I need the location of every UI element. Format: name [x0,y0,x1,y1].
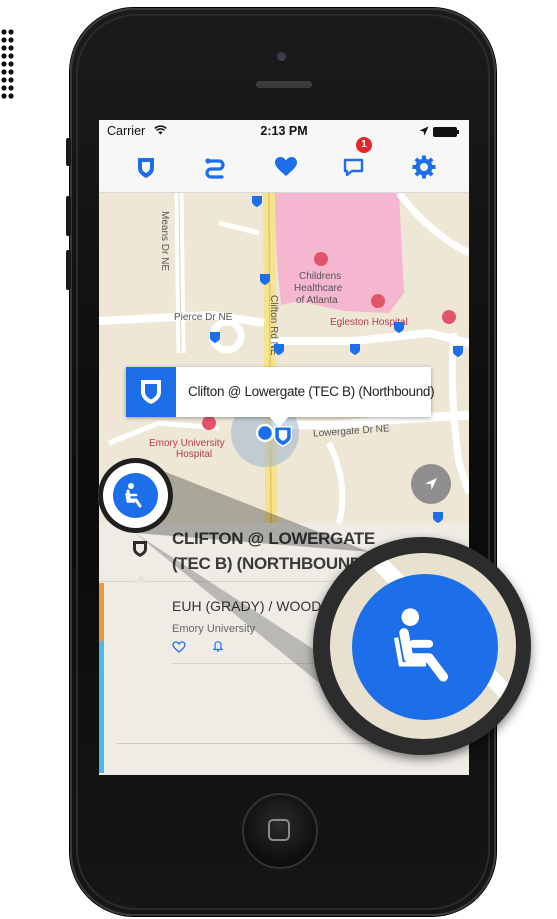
stop-callout[interactable]: Clifton @ Lowergate (TEC B) (Northbound) [126,367,435,417]
selected-stop-pin[interactable] [273,425,293,447]
heart-icon[interactable] [273,154,299,180]
message-badge: 1 [356,137,372,153]
route-subtitle: Emory University [172,623,256,635]
shield-icon [141,380,161,404]
stop-pin[interactable] [259,273,271,285]
battery-tip [457,130,459,134]
stop-pin[interactable] [393,321,405,333]
earpiece-speaker [256,81,312,88]
home-button-square-icon [268,819,290,841]
map-label-means-dr: Means Dr NE [159,211,170,272]
wheelchair-accessible-icon [125,483,142,508]
map-label-emory-hospital-2: Hospital [176,449,213,460]
decorative-dots [1,29,14,99]
volume-up-button [66,196,71,236]
message-icon[interactable] [342,154,368,180]
stop-title-line1: CLIFTON @ LOWERGATE [172,529,375,548]
locate-me-button[interactable] [411,464,451,504]
magnified-accessibility-button [352,574,498,720]
stop-pin[interactable] [273,343,285,355]
accessibility-button-inner [113,473,158,518]
map-label-childrens-1: Childrens [299,271,342,282]
toolbar: 1 [99,137,469,193]
status-time: 2:13 PM [260,124,308,138]
callout-stop-name: Clifton @ Lowergate (TEC B) (Northbound) [188,384,435,399]
volume-down-button [66,250,71,290]
battery-icon [433,127,457,137]
front-camera [277,52,286,61]
map-label-pierce-dr: Pierce Dr NE [174,312,233,323]
stop-pin[interactable] [209,331,221,343]
map-label-childrens-3: of Atlanta [296,295,338,306]
callout-pointer [269,416,289,428]
map-label-emory-hospital-1: Emory University [149,438,225,449]
favorite-heart-icon[interactable] [172,641,186,653]
stop-pin[interactable] [349,343,361,355]
panel-notch [133,575,149,583]
stop-pin[interactable] [432,511,444,523]
shield-icon [133,541,147,557]
bell-icon[interactable] [212,640,224,653]
map-label-childrens-2: Healthcare [294,283,343,294]
wheelchair-accessible-icon [393,608,448,682]
navigation-arrow-icon [425,478,437,490]
location-arrow-icon [419,126,429,136]
callout-shield-box [126,367,176,417]
gear-icon[interactable] [411,154,437,180]
route-icon[interactable] [202,154,228,180]
stop-pin[interactable] [452,345,464,357]
mute-switch [66,138,71,166]
status-bar: Carrier 2:13 PM [99,120,469,142]
shield-icon[interactable] [133,154,159,180]
stop-pin[interactable] [251,195,263,207]
route-color-stripe-orange [99,583,104,641]
